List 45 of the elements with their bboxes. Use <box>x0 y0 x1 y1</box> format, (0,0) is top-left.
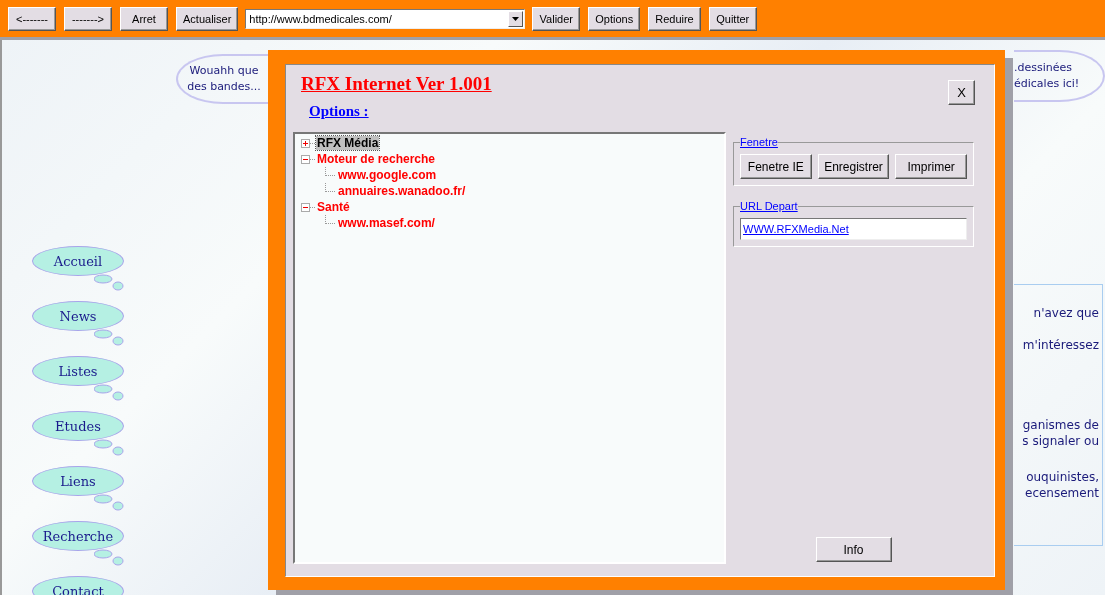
thought-bubble-tail-icon <box>94 274 124 292</box>
speech-text: Wouahh que <box>189 63 259 79</box>
toolbar-button[interactable]: Valider <box>532 6 581 31</box>
toolbar-button[interactable]: Arret <box>120 6 168 31</box>
url-field[interactable]: WWW.RFXMedia.Net <box>740 218 967 240</box>
panel-text: ecensement <box>1025 485 1099 501</box>
thought-bubble-tail-icon <box>94 384 124 402</box>
speech-text: .dessinées <box>1014 60 1072 76</box>
address-field[interactable]: http://www.bdmedicales.com/ <box>245 8 526 29</box>
thought-bubble-tail-icon <box>94 549 124 567</box>
tree-item[interactable]: annuaires.wanadoo.fr/ <box>337 184 467 198</box>
thought-bubble-tail-icon <box>94 439 124 457</box>
thought-bubble-tail-icon <box>94 494 124 512</box>
dialog-title: RFX Internet Ver 1.001 <box>301 73 492 95</box>
panel-text: m'intéressez <box>1022 337 1099 353</box>
panel-text: n'avez que <box>1033 305 1099 321</box>
speech-text: des bandes... <box>187 79 261 95</box>
panel-text: ouquinistes, <box>1026 469 1099 485</box>
speech-text: édicales ici! <box>1014 76 1080 92</box>
toolbar-button[interactable]: Actualiser <box>176 6 239 31</box>
info-button[interactable]: Info <box>815 537 892 562</box>
nav-link[interactable]: Contact <box>32 576 124 595</box>
tree-item[interactable]: www.masef.com/ <box>337 216 436 230</box>
toolbar-button[interactable]: Options <box>588 6 641 31</box>
dialog-button[interactable]: Imprimer <box>895 154 967 179</box>
tree-item[interactable]: RFX Média <box>316 136 380 150</box>
expander-icon[interactable] <box>301 138 310 148</box>
close-button[interactable]: X <box>948 80 975 105</box>
tree-item[interactable]: Moteur de recherche <box>316 152 437 166</box>
section-heading: Options : <box>309 103 369 120</box>
dialog-button[interactable]: Enregistrer <box>817 154 890 179</box>
expander-icon[interactable] <box>301 154 310 164</box>
dialog-button[interactable]: Fenetre IE <box>740 154 812 179</box>
thought-bubble-tail-icon <box>94 329 124 347</box>
toolbar-button[interactable]: <------- <box>8 6 56 31</box>
panel-text: s signaler ou <box>1022 433 1099 449</box>
group-title: URL Depart <box>740 200 798 212</box>
toolbar-button[interactable]: Reduire <box>648 6 701 31</box>
expander-icon[interactable] <box>301 202 310 212</box>
group-title: Fenetre <box>740 136 778 148</box>
tree-item[interactable]: www.google.com <box>337 168 438 182</box>
toolbar-button[interactable]: -------> <box>64 6 112 31</box>
tree-item[interactable]: Santé <box>316 200 351 214</box>
panel-text: ganismes de <box>1022 417 1099 433</box>
toolbar-button[interactable]: Quitter <box>708 6 757 31</box>
